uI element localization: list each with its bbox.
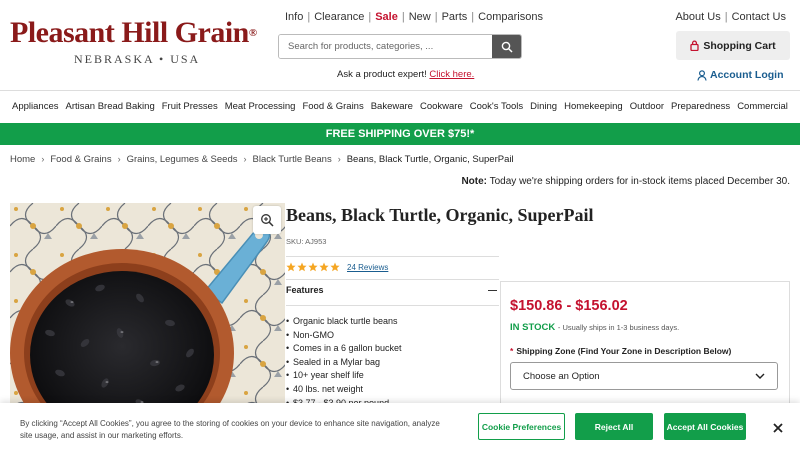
star-icon [297,262,307,272]
star-icon [319,262,329,272]
main-nav: Appliances Artisan Bread Baking Fruit Pr… [0,90,800,122]
nav-item-commercial[interactable]: Commercial [737,101,788,112]
breadcrumb-food-grains[interactable]: Food & Grains [50,154,111,165]
logo-tagline: NEBRASKA • USA [74,52,201,66]
features-list: Organic black turtle beans Non-GMO Comes… [286,315,402,410]
divider [286,279,499,280]
required-marker: * [510,346,514,356]
feature-item: Non-GMO [286,329,402,343]
top-links: Info | Clearance | Sale | New | Parts | Comparison… [285,11,543,23]
product-rating: 24 Reviews [286,262,388,272]
accept-all-cookies-button[interactable]: Accept All Cookies [664,413,746,440]
top-link-clearance[interactable]: Clearance [314,11,364,23]
star-icon [330,262,340,272]
top-link-info[interactable]: Info [285,11,303,23]
nav-item-cooks-tools[interactable]: Cook's Tools [470,101,523,112]
contact-us-link[interactable]: Contact Us [732,11,786,23]
feature-item: Organic black turtle beans [286,315,402,329]
lock-icon [690,40,699,51]
breadcrumb-current: Beans, Black Turtle, Organic, SuperPail [346,154,514,165]
top-link-sale[interactable]: Sale [375,11,398,23]
cookie-text: By clicking “Accept All Cookies”, you ag… [20,419,440,440]
features-heading: Features [286,285,324,295]
shipping-zone-label: * Shipping Zone (Find Your Zone in Descri… [510,346,731,356]
search-icon [501,41,513,53]
breadcrumb-grains-legumes-seeds[interactable]: Grains, Legumes & Seeds [127,154,238,165]
expert-text: Ask a product expert! [337,69,427,80]
cookie-banner: By clicking “Accept All Cookies”, you ag… [0,403,800,450]
price-range: $150.86 - $156.02 [510,298,628,314]
free-shipping-banner[interactable]: FREE SHIPPING OVER $75!* [0,123,800,145]
shipping-note: Note: Today we're shipping orders for in… [461,176,790,187]
search-input[interactable] [279,35,492,58]
chevron-down-icon [755,373,765,379]
logo-wordmark: Pleasant Hill Grain [10,16,249,49]
nav-item-preparedness[interactable]: Preparedness [671,101,730,112]
chevron-right-icon: › [41,154,45,164]
top-link-new[interactable]: New [409,11,431,23]
nav-item-fruit-presses[interactable]: Fruit Presses [162,101,218,112]
breadcrumb: Home › Food & Grains › Grains, Legumes & See… [10,154,514,165]
ship-note: - Usually ships in 1-3 business days. [557,323,680,332]
product-title: Beans, Black Turtle, Organic, SuperPail [286,205,594,225]
feature-item: Comes in a 6 gallon bucket [286,342,402,356]
chevron-right-icon: › [337,154,341,164]
chevron-right-icon: › [243,154,247,164]
note-label: Note: [461,176,487,187]
nav-item-outdoor[interactable]: Outdoor [630,101,664,112]
shopping-cart-button[interactable]: Shopping Cart [676,31,790,60]
feature-item: Sealed in a Mylar bag [286,356,402,370]
expert-link[interactable]: Click here. [429,69,474,80]
top-link-parts[interactable]: Parts [442,11,468,23]
user-icon [697,69,707,81]
feature-item: 10+ year shelf life [286,369,402,383]
shipping-zone-select[interactable]: Choose an Option [510,362,778,390]
chevron-right-icon: › [117,154,121,164]
close-icon [773,423,783,433]
expert-prompt: Ask a product expert! Click here. [337,69,474,80]
nav-item-bakeware[interactable]: Bakeware [371,101,413,112]
reject-all-button[interactable]: Reject All [575,413,653,440]
account-login-link[interactable]: Account Login [697,69,784,81]
features-toggle[interactable]: Features — [286,285,497,295]
star-icon [286,262,296,272]
divider [286,256,499,257]
nav-item-dining[interactable]: Dining [530,101,557,112]
star-rating [286,262,340,272]
cookie-close-button[interactable] [771,421,785,435]
divider [286,305,499,306]
top-link-comparisons[interactable]: Comparisons [478,11,543,23]
zoom-icon [261,214,274,227]
collapse-icon: — [488,285,497,295]
star-icon [308,262,318,272]
cart-label: Shopping Cart [703,39,776,52]
stock-status: IN STOCK - Usually ships in 1-3 business… [510,322,679,333]
breadcrumb-black-turtle-beans[interactable]: Black Turtle Beans [253,154,332,165]
product-sku: SKU: AJ953 [286,237,327,246]
shipping-zone-value: Choose an Option [523,370,600,382]
nav-item-homekeeping[interactable]: Homekeeping [564,101,623,112]
site-logo[interactable]: Pleasant Hill Grain® NEBRASKA • USA [10,16,257,67]
shipping-zone-label-text: Shipping Zone (Find Your Zone in Descrip… [516,346,732,356]
search-bar [278,34,522,59]
login-label: Account Login [710,69,784,81]
feature-item: 40 lbs. net weight [286,383,402,397]
account-links: About Us | Contact Us [675,11,786,23]
nav-item-appliances[interactable]: Appliances [12,101,58,112]
reviews-link[interactable]: 24 Reviews [347,263,388,272]
nav-item-artisan-bread-baking[interactable]: Artisan Bread Baking [65,101,154,112]
cookie-preferences-button[interactable]: Cookie Preferences [478,413,565,440]
nav-item-cookware[interactable]: Cookware [420,101,463,112]
search-button[interactable] [492,35,521,58]
site-header: Pleasant Hill Grain® NEBRASKA • USA Info… [0,0,800,90]
about-us-link[interactable]: About Us [675,11,720,23]
zoom-button[interactable] [253,206,281,234]
nav-item-meat-processing[interactable]: Meat Processing [225,101,296,112]
note-text: Today we're shipping orders for in-stock… [489,176,790,187]
registered-mark: ® [248,27,257,39]
in-stock-label: IN STOCK [510,322,556,333]
breadcrumb-home[interactable]: Home [10,154,35,165]
nav-item-food-grains[interactable]: Food & Grains [302,101,363,112]
